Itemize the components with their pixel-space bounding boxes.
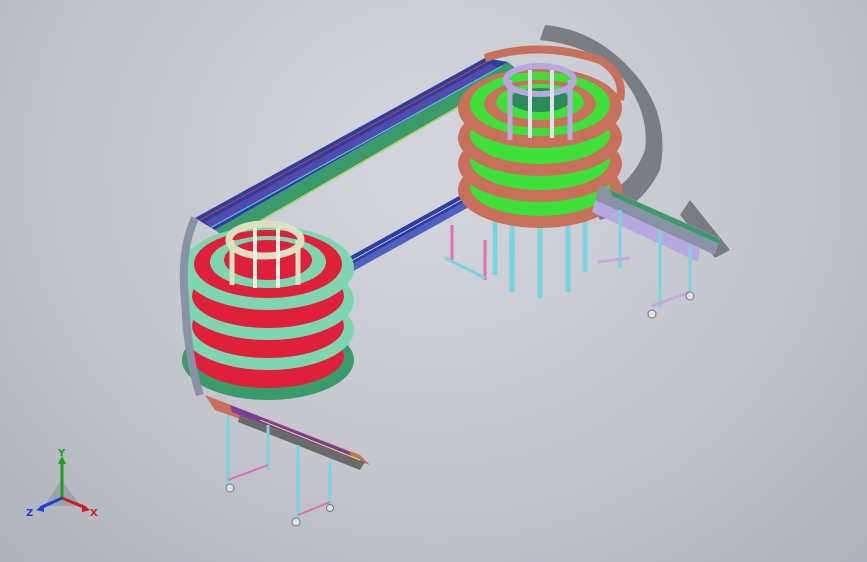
right-spiral-tower[interactable] bbox=[458, 45, 625, 298]
x-axis-label: X bbox=[90, 508, 98, 519]
middle-connecting-conveyor[interactable] bbox=[340, 190, 480, 274]
middle-support-frame bbox=[444, 225, 487, 280]
cad-graphics-viewport[interactable]: Y X Z bbox=[0, 0, 867, 562]
left-spiral-tower[interactable] bbox=[179, 216, 354, 400]
left-outfeed-conveyor[interactable] bbox=[205, 395, 370, 527]
y-axis-label: Y bbox=[57, 448, 66, 459]
axis-triad: Y X Z bbox=[26, 448, 98, 519]
spiral-conveyor-model[interactable] bbox=[0, 0, 867, 562]
right-outfeed-conveyor[interactable] bbox=[592, 185, 722, 319]
z-axis-label: Z bbox=[26, 508, 33, 519]
